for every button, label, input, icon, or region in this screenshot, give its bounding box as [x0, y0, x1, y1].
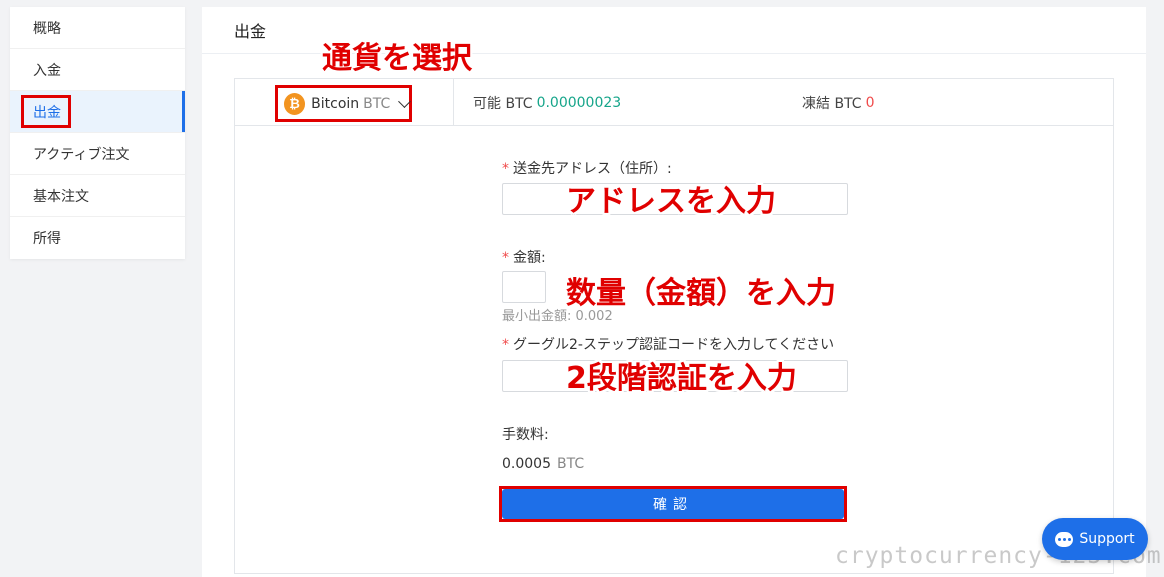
sidebar-item-deposit[interactable]: 入金: [10, 49, 185, 91]
available-label: 可能 BTC: [473, 95, 533, 112]
coin-select-dropdown[interactable]: ₿ Bitcoin BTC: [275, 85, 412, 122]
fee-label: 手数料:: [502, 427, 549, 443]
chevron-down-icon: [398, 94, 411, 108]
fee-unit: BTC: [557, 456, 585, 472]
address-label-text: 送金先アドレス（住所）:: [513, 161, 672, 177]
annotation-enter-2fa: 2段階認証を入力: [566, 361, 797, 396]
support-button[interactable]: Support: [1042, 518, 1148, 560]
support-label: Support: [1079, 531, 1135, 547]
sidebar-item-label: 概略: [33, 20, 61, 37]
sidebar-menu: 概略 入金 出金 アクティブ注文 基本注文 所得: [10, 7, 185, 259]
address-label: * 送金先アドレス（住所）:: [502, 158, 672, 178]
available-value: 0.00000023: [536, 94, 622, 111]
tfa-label-text: グーグル2-ステップ認証コードを入力してください: [513, 337, 835, 353]
required-mark: *: [502, 161, 509, 177]
amount-input[interactable]: [502, 271, 546, 303]
fee-value: 0.0005 BTC: [502, 456, 584, 472]
annotation-enter-amount: 数量（金額）を入力: [566, 276, 836, 311]
annotation-select-currency: 通貨を選択: [322, 41, 472, 76]
required-mark: *: [502, 250, 509, 266]
coin-cell: ₿ Bitcoin BTC: [235, 79, 454, 126]
amount-label: * 金額:: [502, 247, 546, 267]
annotation-enter-address: アドレスを入力: [566, 184, 776, 219]
available-balance: 可能 BTC 0.00000023: [473, 79, 621, 126]
highlight-box-confirm: 確認: [499, 486, 847, 522]
sidebar-item-label: 入金: [33, 62, 61, 79]
chat-bubble-icon: [1055, 531, 1074, 547]
sidebar-item-income[interactable]: 所得: [10, 217, 185, 259]
frozen-balance: 凍結 BTC 0: [802, 79, 874, 126]
confirm-button[interactable]: 確認: [502, 489, 844, 519]
fee-amount: 0.0005: [502, 456, 551, 472]
tfa-label: * グーグル2-ステップ認証コードを入力してください: [502, 334, 834, 354]
withdraw-box: ₿ Bitcoin BTC 可能 BTC 0.00000023 凍結 BTC 0…: [234, 78, 1114, 574]
required-mark: *: [502, 337, 509, 353]
bitcoin-icon: ₿: [284, 92, 306, 115]
coin-unit: BTC: [363, 95, 391, 112]
sidebar-item-active-orders[interactable]: アクティブ注文: [10, 133, 185, 175]
sidebar-item-label: 基本注文: [33, 188, 89, 205]
amount-label-text: 金額:: [513, 250, 546, 266]
highlight-box-withdraw: [21, 95, 71, 128]
sidebar-item-label: アクティブ注文: [33, 146, 130, 163]
coin-bar: ₿ Bitcoin BTC 可能 BTC 0.00000023 凍結 BTC 0: [235, 79, 1113, 126]
sidebar-item-label: 所得: [33, 231, 61, 247]
sidebar-item-basic-orders[interactable]: 基本注文: [10, 175, 185, 217]
sidebar-item-overview[interactable]: 概略: [10, 7, 185, 49]
coin-name: Bitcoin: [311, 95, 360, 112]
frozen-value: 0: [865, 94, 875, 111]
frozen-label: 凍結 BTC: [802, 95, 862, 112]
